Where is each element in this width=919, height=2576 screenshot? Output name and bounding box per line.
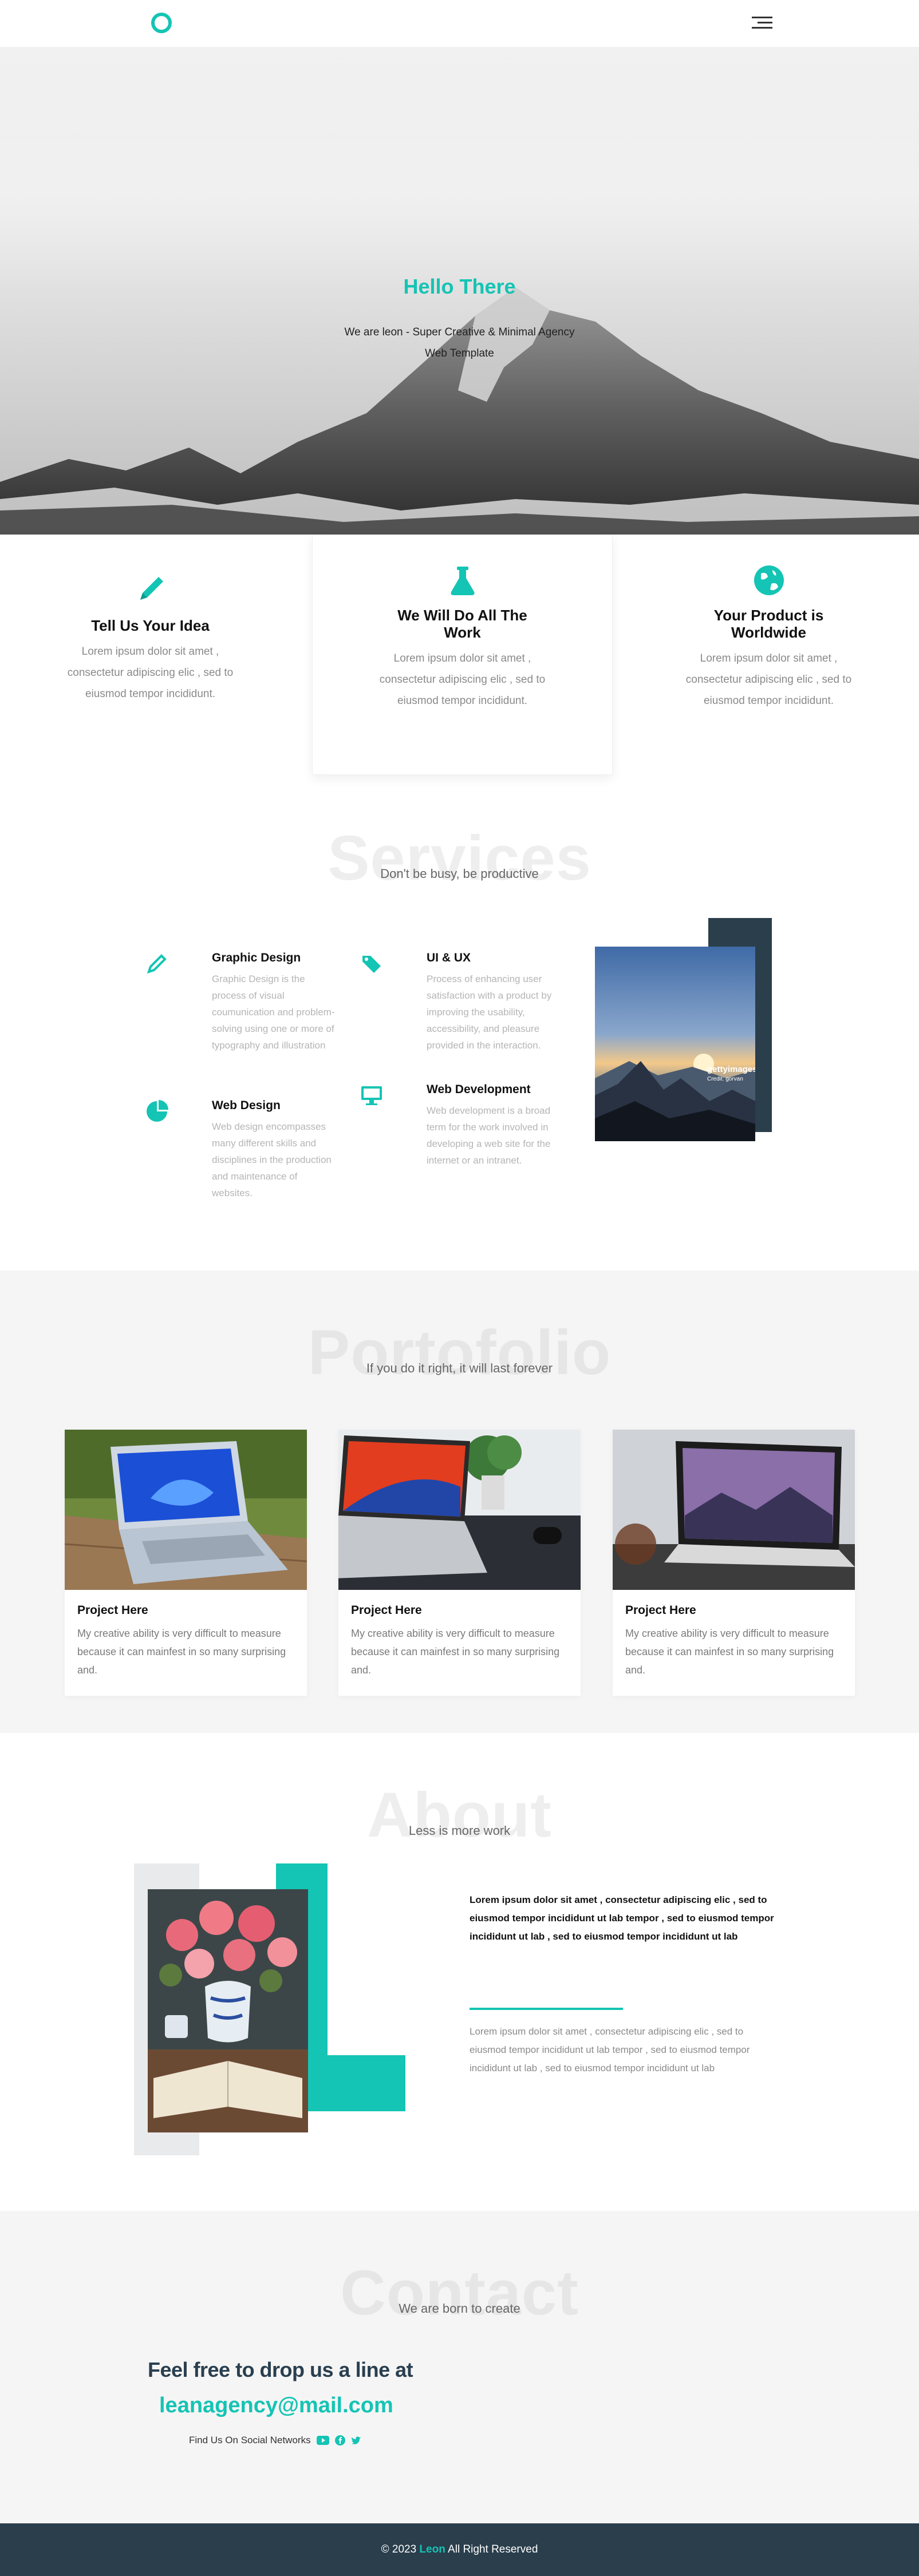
pie-chart-icon [147, 1100, 168, 1122]
project-text: My creative ability is very difficult to… [77, 1628, 286, 1676]
portfolio-section: Portofolio If you do it right, it will l… [0, 1271, 919, 1733]
service-item: Graphic Design Graphic Design is the pro… [147, 951, 338, 1054]
project-title: Project Here [77, 1604, 148, 1617]
feature-title: Tell Us Your Idea [91, 617, 210, 634]
section-tagline: Don't be busy, be productive [380, 866, 539, 881]
project-title: Project Here [351, 1604, 422, 1617]
section-tagline: We are born to create [399, 2301, 520, 2316]
services-heading-block: Services Don't be busy, be productive [0, 822, 919, 893]
laptop-outdoor-image [65, 1430, 307, 1590]
footer-brand[interactable]: Leon [419, 2543, 445, 2555]
flowers-book-image [148, 1889, 308, 2132]
pencil-icon [140, 577, 163, 600]
service-text: Process of enhancing user satisfaction w… [427, 974, 552, 1051]
project-text: My creative ability is very difficult to… [351, 1628, 560, 1676]
feature-text: Lorem ipsum dolor sit amet , consectetur… [67, 646, 234, 700]
service-title: Web Development [427, 1083, 531, 1096]
globe-icon [754, 565, 784, 595]
hero-section: Hello There We are leon - Super Creative… [0, 47, 919, 535]
hamburger-menu-icon[interactable] [752, 17, 772, 29]
feature-card: Your Product is Worldwide Lorem ipsum do… [618, 535, 919, 711]
laptop-desk-image [338, 1430, 581, 1590]
section-tagline: Less is more work [408, 1823, 511, 1838]
tags-icon [362, 956, 381, 973]
pencil-icon [147, 954, 167, 974]
service-text: Web development is a broad term for the … [427, 1105, 551, 1166]
feature-card: Tell Us Your Idea Lorem ipsum dolor sit … [0, 535, 301, 705]
youtube-icon[interactable] [316, 2436, 329, 2445]
feature-text: Lorem ipsum dolor sit amet , consectetur… [379, 652, 546, 707]
section-heading-watermark: Portofolio [307, 1317, 612, 1388]
ring-logo-icon[interactable] [151, 13, 172, 33]
hero-title: Hello There [403, 275, 516, 298]
image-watermark: gettyimages [707, 1065, 755, 1074]
twitter-icon[interactable] [351, 2436, 361, 2445]
section-heading-watermark: Contact [340, 2258, 579, 2328]
about-divider [470, 2008, 623, 2010]
social-label: Find Us On Social Networks [189, 2435, 311, 2446]
feature-title: Your Product is Worldwide [713, 607, 824, 641]
about-bold-text: Lorem ipsum dolor sit amet , consectetur… [470, 1894, 774, 1942]
feature-title: We Will Do All The Work [397, 607, 527, 641]
section-heading-watermark: Services [328, 823, 591, 893]
about-section: About Less is more work Lorem ipsum dolo… [0, 1733, 919, 2211]
footer-copyright: © 2023 [381, 2543, 417, 2555]
project-title: Project Here [625, 1604, 696, 1617]
contact-email-link[interactable]: leanagency@mail.com [159, 2393, 393, 2418]
flask-icon [451, 567, 474, 595]
top-nav [0, 0, 919, 47]
service-item: Web Development Web development is a bro… [361, 1083, 553, 1169]
about-heading-block: About Less is more work [0, 1779, 919, 1850]
section-heading-watermark: About [367, 1780, 552, 1850]
features-section: Tell Us Your Idea Lorem ipsum dolor sit … [0, 535, 919, 782]
social-row: Find Us On Social Networks [189, 2435, 361, 2446]
project-card[interactable]: Project Here My creative ability is very… [65, 1430, 307, 1696]
desktop-icon [361, 1086, 382, 1105]
portfolio-heading-block: Portofolio If you do it right, it will l… [0, 1316, 919, 1388]
facebook-icon[interactable] [334, 2435, 345, 2446]
footer: © 2023 Leon All Right Reserved [0, 2523, 919, 2576]
feature-text: Lorem ipsum dolor sit amet , consectetur… [685, 652, 852, 707]
contact-heading-block: Contact We are born to create [0, 2257, 919, 2328]
hero-subtitle: We are leon - Super Creative & Minimal A… [344, 326, 575, 359]
mountain-sunset-image: gettyimages Credit: gorvan [595, 947, 755, 1141]
project-card[interactable]: Project Here My creative ability is very… [338, 1430, 581, 1696]
laptop-table-image [613, 1430, 855, 1590]
image-credit: Credit: gorvan [707, 1076, 743, 1082]
service-text: Graphic Design is the process of visual … [212, 974, 335, 1051]
service-title: Web Design [212, 1099, 281, 1112]
section-tagline: If you do it right, it will last forever [366, 1361, 553, 1375]
footer-rights: All Right Reserved [448, 2543, 538, 2555]
service-item: Web Design Web design encompasses many d… [147, 1099, 338, 1201]
contact-section: Contact We are born to create Feel free … [0, 2211, 919, 2523]
service-item: UI & UX Process of enhancing user satisf… [362, 951, 553, 1054]
about-light-text: Lorem ipsum dolor sit amet , consectetur… [470, 2026, 750, 2074]
services-section: Services Don't be busy, be productive Gr… [0, 782, 919, 1271]
project-text: My creative ability is very difficult to… [625, 1628, 834, 1676]
service-title: Graphic Design [212, 951, 301, 964]
contact-line: Feel free to drop us a line at [148, 2358, 413, 2381]
feature-card: We Will Do All The Work Lorem ipsum dolo… [312, 535, 613, 775]
project-card[interactable]: Project Here My creative ability is very… [613, 1430, 855, 1696]
service-title: UI & UX [427, 951, 471, 964]
service-text: Web design encompasses many different sk… [212, 1121, 332, 1198]
